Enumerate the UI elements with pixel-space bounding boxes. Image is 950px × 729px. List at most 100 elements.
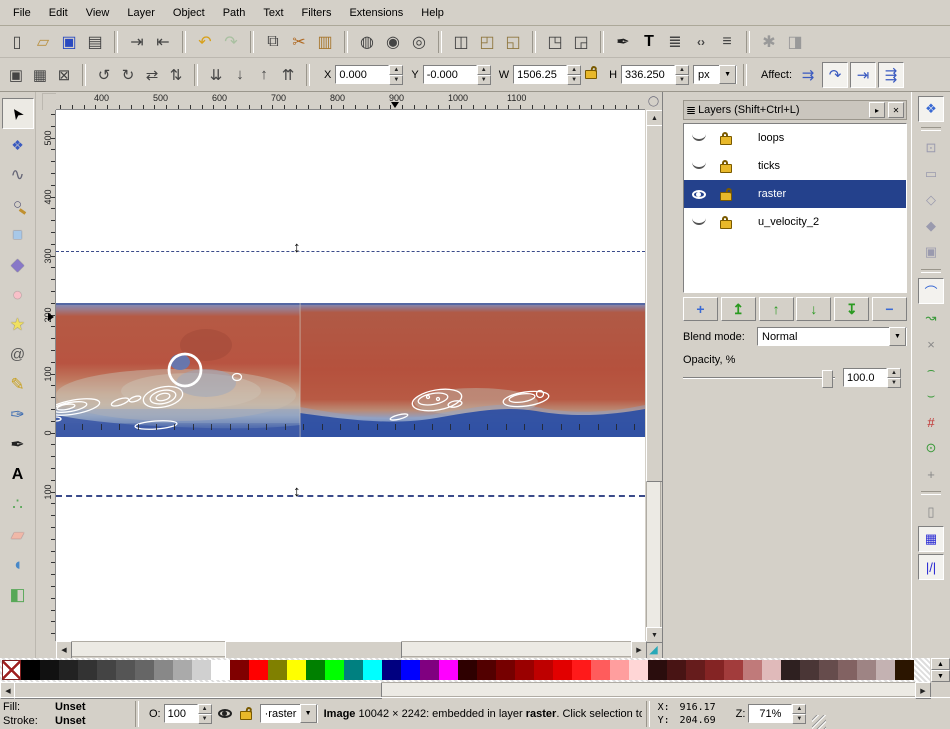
- snap-midpoints-button[interactable]: #: [919, 410, 943, 434]
- snap-bbox-edges-button[interactable]: ▭: [919, 162, 943, 186]
- layer-row-u_velocity_2[interactable]: u_velocity_2: [684, 208, 906, 236]
- opacity-field[interactable]: 100.0: [843, 368, 887, 387]
- palette-swatch[interactable]: [325, 660, 344, 680]
- snap-object-centers-button[interactable]: ⊙: [919, 436, 943, 460]
- palette-swatch[interactable]: [705, 660, 724, 680]
- palette-swatch[interactable]: [572, 660, 591, 680]
- snap-bbox-centers-button[interactable]: ▣: [919, 240, 943, 264]
- h-spinner[interactable]: ▲▼: [675, 65, 689, 84]
- palette-swatch[interactable]: [401, 660, 420, 680]
- vertical-ruler[interactable]: 5004003002001000100: [42, 110, 56, 641]
- unit-select[interactable]: px▼: [693, 65, 737, 84]
- deselect-button[interactable]: ⊠: [52, 63, 76, 87]
- export-button[interactable]: ⇤: [150, 29, 176, 55]
- menu-text[interactable]: Text: [254, 2, 292, 24]
- menu-path[interactable]: Path: [214, 2, 255, 24]
- fill-stroke-indicator[interactable]: Fill:Unset Stroke:Unset: [0, 700, 131, 728]
- group-button[interactable]: ◳: [542, 29, 568, 55]
- opacity-slider[interactable]: [683, 369, 835, 387]
- lock-closed-icon[interactable]: [720, 164, 732, 173]
- tool-spiral[interactable]: @: [3, 340, 33, 369]
- tool-star[interactable]: ★: [3, 310, 33, 339]
- menu-filters[interactable]: Filters: [293, 2, 341, 24]
- copy-button[interactable]: ⧉: [260, 29, 286, 55]
- w-spinner[interactable]: ▲▼: [567, 65, 581, 84]
- layer-row-ticks[interactable]: ticks: [684, 152, 906, 180]
- menu-help[interactable]: Help: [412, 2, 453, 24]
- resize-grip[interactable]: [812, 715, 826, 729]
- tool-rectangle[interactable]: ■: [3, 220, 33, 249]
- palette-swatch[interactable]: [667, 660, 686, 680]
- delete-layer-button[interactable]: −: [872, 297, 907, 321]
- palette-swatch[interactable]: [648, 660, 667, 680]
- zoom-field[interactable]: 71%: [748, 704, 792, 723]
- snap-grid-button[interactable]: ▦: [918, 526, 944, 552]
- select-all-button[interactable]: ▣: [4, 63, 28, 87]
- layers-dialog-button[interactable]: ≣: [662, 29, 688, 55]
- layer-row-loops[interactable]: loops: [684, 124, 906, 152]
- tool-text[interactable]: A: [3, 460, 33, 489]
- align-dialog-button[interactable]: ≡: [714, 29, 740, 55]
- tool-zoom[interactable]: ○: [3, 190, 33, 219]
- snap-to-paths-button[interactable]: ↝: [919, 306, 943, 330]
- scroll-left-button[interactable]: ◀: [56, 641, 72, 659]
- tool-pencil[interactable]: ✎: [3, 370, 33, 399]
- h-field[interactable]: 336.250: [621, 65, 675, 84]
- horizontal-scroll-thumb[interactable]: [225, 641, 402, 659]
- raise-layer-to-top-button[interactable]: ↥: [721, 297, 756, 321]
- palette-swatch[interactable]: [553, 660, 572, 680]
- raise-layer-button[interactable]: ↑: [759, 297, 794, 321]
- eye-closed-icon[interactable]: [692, 160, 706, 169]
- redo-button[interactable]: ↷: [218, 29, 244, 55]
- palette-swatch[interactable]: [211, 660, 230, 680]
- blend-mode-select[interactable]: Normal ▼: [757, 327, 907, 346]
- palette-swatch[interactable]: [268, 660, 287, 680]
- canvas-corner-widget[interactable]: ◢: [646, 641, 661, 657]
- palette-swatch[interactable]: [78, 660, 97, 680]
- tool-box-3d[interactable]: ◆: [3, 250, 33, 279]
- eye-open-icon[interactable]: [692, 190, 706, 199]
- tool-selector[interactable]: ➤: [2, 98, 34, 129]
- affect-scale-stroke-button[interactable]: ⇉: [796, 63, 820, 87]
- lower-to-bottom-button[interactable]: ⇊: [204, 63, 228, 87]
- raster-image[interactable]: [56, 303, 645, 437]
- tool-bezier[interactable]: ✑: [3, 400, 33, 429]
- palette-swatch[interactable]: [382, 660, 401, 680]
- palette-swatch[interactable]: [496, 660, 515, 680]
- palette-swatch[interactable]: [743, 660, 762, 680]
- palette-swatch[interactable]: [458, 660, 477, 680]
- tool-node-editor[interactable]: ❖: [3, 130, 33, 159]
- palette-swatch[interactable]: [420, 660, 439, 680]
- menu-object[interactable]: Object: [164, 2, 214, 24]
- scroll-right-button[interactable]: ▶: [631, 641, 647, 659]
- palette-swatch[interactable]: [838, 660, 857, 680]
- selection-scale-handle-top[interactable]: ↕: [293, 240, 301, 255]
- tool-eraser[interactable]: ▰: [3, 520, 33, 549]
- fill-stroke-button[interactable]: ✒: [610, 29, 636, 55]
- zoom-selection-button[interactable]: ◍: [354, 29, 380, 55]
- duplicate-button[interactable]: ◫: [448, 29, 474, 55]
- scroll-up-button[interactable]: ▲: [646, 110, 663, 126]
- save-button[interactable]: ▣: [56, 29, 82, 55]
- eye-closed-icon[interactable]: [692, 216, 706, 225]
- palette-swatch[interactable]: [591, 660, 610, 680]
- no-color-swatch[interactable]: [2, 660, 21, 680]
- object-opacity-spinner[interactable]: ▲▼: [198, 704, 212, 723]
- layer-lock-icon[interactable]: [240, 711, 252, 720]
- clone-button[interactable]: ◰: [474, 29, 500, 55]
- tool-calligraphy[interactable]: ✒: [3, 430, 33, 459]
- add-layer-button[interactable]: +: [683, 297, 718, 321]
- lock-closed-icon[interactable]: [720, 136, 732, 145]
- palette-swatch[interactable]: [344, 660, 363, 680]
- rotate-cw-button[interactable]: ↻: [116, 63, 140, 87]
- tool-tweak[interactable]: ∿: [3, 160, 33, 189]
- snap-bbox-corners-button[interactable]: ◇: [919, 188, 943, 212]
- palette-swatch[interactable]: [249, 660, 268, 680]
- affect-patterns-button[interactable]: ⇶: [878, 62, 904, 88]
- panel-close-button[interactable]: ✕: [888, 102, 904, 118]
- y-field[interactable]: -0.000: [423, 65, 477, 84]
- snap-smooth-nodes-button[interactable]: ⌣: [919, 384, 943, 408]
- current-layer-select[interactable]: ·raster ▼: [260, 704, 318, 723]
- panel-menu-button[interactable]: ▸: [869, 102, 885, 118]
- affect-gradients-button[interactable]: ⇥: [850, 62, 876, 88]
